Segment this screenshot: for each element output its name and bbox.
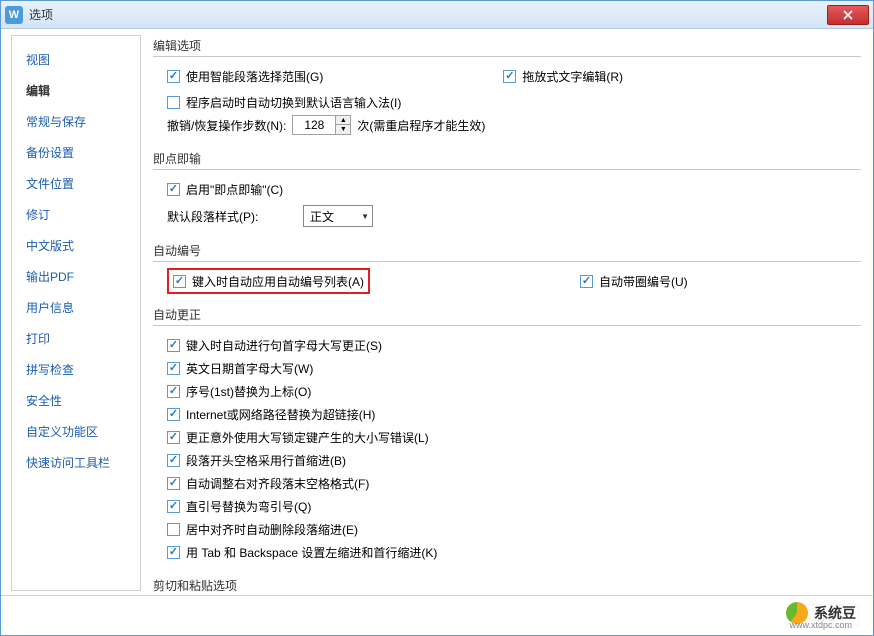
- sidebar-item-spellcheck[interactable]: 拼写检查: [12, 354, 140, 385]
- checkbox-autocorrect-1[interactable]: [167, 362, 180, 375]
- label-undo-suffix: 次(需重启程序才能生效): [357, 117, 485, 134]
- content-area: 视图 编辑 常规与保存 备份设置 文件位置 修订 中文版式 输出PDF 用户信息…: [1, 29, 873, 595]
- checkbox-auto-circle[interactable]: [580, 275, 593, 288]
- undo-steps-spinner[interactable]: ▲ ▼: [292, 115, 351, 135]
- label-autocorrect-6: 自动调整右对齐段落末空格格式(F): [186, 475, 369, 492]
- checkbox-autocorrect-5[interactable]: [167, 454, 180, 467]
- spinner-down-icon[interactable]: ▼: [336, 125, 350, 134]
- sidebar-item-quick-access[interactable]: 快速访问工具栏: [12, 447, 140, 478]
- watermark: 系统豆 www.xtdpc.com: [778, 598, 864, 628]
- checkbox-autocorrect-7[interactable]: [167, 500, 180, 513]
- sidebar: 视图 编辑 常规与保存 备份设置 文件位置 修订 中文版式 输出PDF 用户信息…: [11, 35, 141, 591]
- autocorrect-row: 键入时自动进行句首字母大写更正(S): [167, 335, 861, 355]
- label-autocorrect-3: Internet或网络路径替换为超链接(H): [186, 406, 375, 423]
- label-autocorrect-0: 键入时自动进行句首字母大写更正(S): [186, 337, 382, 354]
- autocorrect-row: 英文日期首字母大写(W): [167, 358, 861, 378]
- group-clipboard: 剪切和粘贴选项 显示粘贴选项按钮(T) 默认粘贴方式(D): 带格式文本 将图片…: [153, 577, 861, 595]
- window-title: 选项: [29, 6, 827, 23]
- highlighted-option: 键入时自动应用自动编号列表(A): [167, 268, 370, 294]
- autocorrect-row: 更正意外使用大写锁定键产生的大小写错误(L): [167, 427, 861, 447]
- sidebar-item-print[interactable]: 打印: [12, 323, 140, 354]
- spinner-up-icon[interactable]: ▲: [336, 116, 350, 125]
- group-title: 自动编号: [153, 242, 861, 262]
- sidebar-item-revision[interactable]: 修订: [12, 199, 140, 230]
- label-autocorrect-7: 直引号替换为弯引号(Q): [186, 498, 311, 515]
- label-auto-switch-ime: 程序启动时自动切换到默认语言输入法(I): [186, 94, 401, 111]
- group-title: 剪切和粘贴选项: [153, 577, 861, 595]
- checkbox-autocorrect-9[interactable]: [167, 546, 180, 559]
- label-smart-paragraph: 使用智能段落选择范围(G): [186, 68, 323, 85]
- sidebar-item-customize-ribbon[interactable]: 自定义功能区: [12, 416, 140, 447]
- group-edit-options: 编辑选项 使用智能段落选择范围(G) 拖放式文字编辑(R): [153, 37, 861, 140]
- titlebar: W 选项: [1, 1, 873, 29]
- checkbox-autocorrect-2[interactable]: [167, 385, 180, 398]
- label-apply-auto-list: 键入时自动应用自动编号列表(A): [192, 273, 364, 290]
- autocorrect-row: 用 Tab 和 Backspace 设置左缩进和首行缩进(K): [167, 542, 861, 562]
- sidebar-item-view[interactable]: 视图: [12, 44, 140, 75]
- sidebar-item-user-info[interactable]: 用户信息: [12, 292, 140, 323]
- close-icon: [843, 10, 853, 20]
- label-drag-text-edit: 拖放式文字编辑(R): [522, 68, 623, 85]
- label-autocorrect-5: 段落开头空格采用行首缩进(B): [186, 452, 346, 469]
- autocorrect-row: 段落开头空格采用行首缩进(B): [167, 450, 861, 470]
- autocorrect-row: 居中对齐时自动删除段落缩进(E): [167, 519, 861, 539]
- autocorrect-row: 直引号替换为弯引号(Q): [167, 496, 861, 516]
- group-title: 自动更正: [153, 306, 861, 326]
- sidebar-item-security[interactable]: 安全性: [12, 385, 140, 416]
- label-default-para-style: 默认段落样式(P):: [167, 208, 297, 225]
- sidebar-item-edit[interactable]: 编辑: [12, 75, 140, 106]
- close-button[interactable]: [827, 5, 869, 25]
- checkbox-autocorrect-8[interactable]: [167, 523, 180, 536]
- label-autocorrect-4: 更正意外使用大写锁定键产生的大小写错误(L): [186, 429, 429, 446]
- checkbox-autocorrect-0[interactable]: [167, 339, 180, 352]
- checkbox-auto-switch-ime[interactable]: [167, 96, 180, 109]
- autocorrect-row: Internet或网络路径替换为超链接(H): [167, 404, 861, 424]
- group-title: 即点即输: [153, 150, 861, 170]
- footer: 确定: [1, 595, 873, 635]
- group-title: 编辑选项: [153, 37, 861, 57]
- sidebar-item-backup[interactable]: 备份设置: [12, 137, 140, 168]
- sidebar-item-file-location[interactable]: 文件位置: [12, 168, 140, 199]
- checkbox-enable-instant-input[interactable]: [167, 183, 180, 196]
- group-auto-correct: 自动更正 键入时自动进行句首字母大写更正(S) 英文日期首字母大写(W) 序号(1s…: [153, 306, 861, 567]
- main-panel: 编辑选项 使用智能段落选择范围(G) 拖放式文字编辑(R): [145, 29, 873, 595]
- undo-steps-input[interactable]: [293, 116, 335, 134]
- checkbox-autocorrect-4[interactable]: [167, 431, 180, 444]
- checkbox-autocorrect-3[interactable]: [167, 408, 180, 421]
- label-enable-instant-input: 启用"即点即输"(C): [186, 181, 283, 198]
- app-icon: W: [5, 6, 23, 24]
- autocorrect-row: 自动调整右对齐段落末空格格式(F): [167, 473, 861, 493]
- group-instant-input: 即点即输 启用"即点即输"(C) 默认段落样式(P): 正文: [153, 150, 861, 232]
- options-window: W 选项 视图 编辑 常规与保存 备份设置 文件位置 修订 中文版式 输出PDF…: [0, 0, 874, 636]
- sidebar-item-output-pdf[interactable]: 输出PDF: [12, 261, 140, 292]
- group-auto-number: 自动编号 键入时自动应用自动编号列表(A) 自动带圈编号(U): [153, 242, 861, 296]
- sidebar-item-chinese-layout[interactable]: 中文版式: [12, 230, 140, 261]
- select-default-para-style[interactable]: 正文: [303, 205, 373, 227]
- label-autocorrect-2: 序号(1st)替换为上标(O): [186, 383, 311, 400]
- label-autocorrect-8: 居中对齐时自动删除段落缩进(E): [186, 521, 358, 538]
- checkbox-apply-auto-list[interactable]: [173, 275, 186, 288]
- checkbox-smart-paragraph[interactable]: [167, 70, 180, 83]
- label-autocorrect-9: 用 Tab 和 Backspace 设置左缩进和首行缩进(K): [186, 544, 437, 561]
- watermark-site: www.xtdpc.com: [789, 620, 852, 630]
- autocorrect-row: 序号(1st)替换为上标(O): [167, 381, 861, 401]
- checkbox-drag-text-edit[interactable]: [503, 70, 516, 83]
- checkbox-autocorrect-6[interactable]: [167, 477, 180, 490]
- label-auto-circle: 自动带圈编号(U): [599, 273, 688, 290]
- sidebar-item-general[interactable]: 常规与保存: [12, 106, 140, 137]
- label-autocorrect-1: 英文日期首字母大写(W): [186, 360, 313, 377]
- label-undo-steps: 撤销/恢复操作步数(N):: [167, 117, 286, 134]
